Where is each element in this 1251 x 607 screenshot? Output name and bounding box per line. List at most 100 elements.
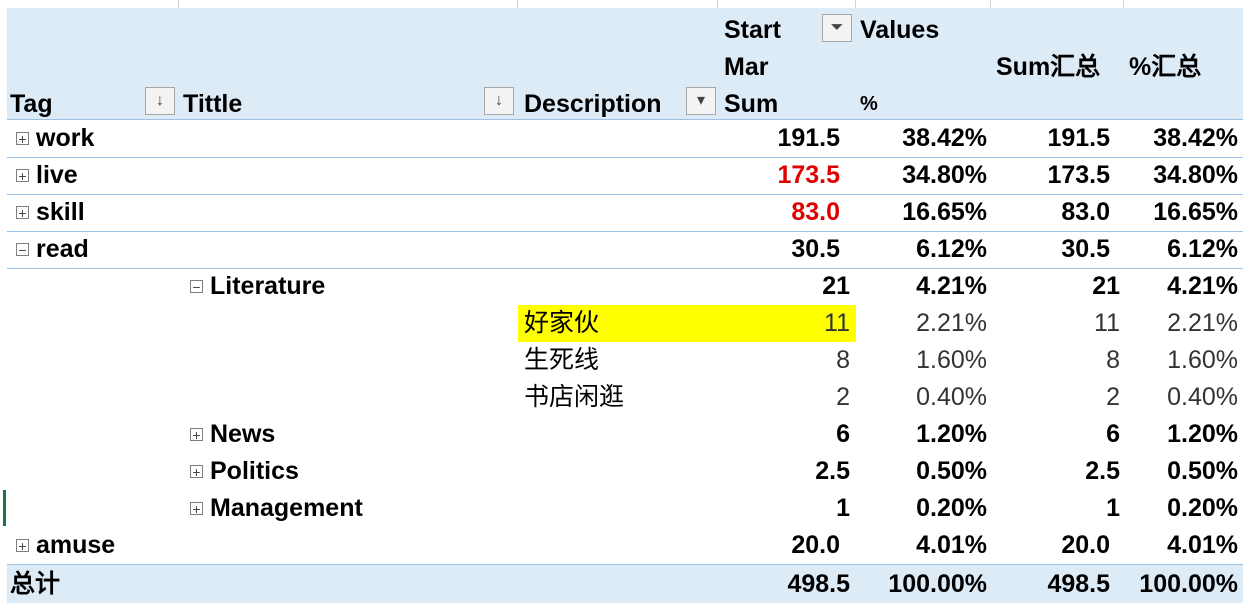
pct2-cell: 34.80%	[1153, 161, 1238, 189]
total-pct2-cell: 100.00%	[1139, 570, 1238, 598]
sum-cell: 2	[836, 383, 850, 411]
sum2-cell: 191.5	[1047, 124, 1110, 152]
pct2-cell: 38.42%	[1153, 124, 1238, 152]
pct-cell: 2.21%	[916, 309, 987, 337]
gridline	[1123, 0, 1124, 8]
collapse-icon[interactable]: −	[190, 279, 203, 295]
tag-header: Tag	[10, 90, 53, 118]
pct2-cell: 1.60%	[1167, 346, 1238, 374]
row-label: Politics	[210, 457, 299, 485]
grand-total-row: 总计 498.5 100.00% 498.5 100.00%	[7, 564, 1243, 603]
gridline	[990, 0, 991, 8]
sum2-cell: 2.5	[1085, 457, 1120, 485]
pivot-table-sheet: Tag ↓ Tittle ↓ Description ▾ Start Mar S…	[0, 0, 1251, 607]
pct2-cell: 2.21%	[1167, 309, 1238, 337]
table-row: 好家伙 11 2.21% 11 2.21%	[7, 305, 1243, 342]
table-row: 生死线 8 1.60% 8 1.60%	[7, 342, 1243, 379]
expand-icon[interactable]: +	[190, 464, 203, 480]
sum2-cell: 1	[1106, 494, 1120, 522]
expand-icon[interactable]: +	[190, 501, 203, 517]
sum-total-header: Sum汇总	[996, 53, 1101, 81]
row-label: read	[36, 235, 89, 263]
gridline	[855, 0, 856, 8]
table-row: 书店闲逛 2 0.40% 2 0.40%	[7, 379, 1243, 416]
filter-icon[interactable]: ⏷	[822, 14, 852, 42]
sum2-cell: 173.5	[1047, 161, 1110, 189]
table-row: − Literature 21 4.21% 21 4.21%	[7, 268, 1243, 305]
row-label: Management	[210, 494, 363, 522]
pct-cell: 38.42%	[902, 124, 987, 152]
row-label: skill	[36, 198, 85, 226]
table-row: + amuse 20.0 4.01% 20.0 4.01%	[7, 527, 1243, 564]
expand-icon[interactable]: +	[16, 205, 29, 221]
sort-arrow-icon[interactable]: ↓	[145, 87, 175, 115]
pct2-cell: 0.50%	[1167, 457, 1238, 485]
sum2-cell: 30.5	[1061, 235, 1110, 263]
description-header: Description	[524, 90, 662, 118]
sum-cell: 2.5	[815, 457, 850, 485]
pct2-cell: 6.12%	[1167, 235, 1238, 263]
pct-cell: 1.20%	[916, 420, 987, 448]
sum-cell: 11	[824, 309, 850, 337]
start-header-line2: Mar	[724, 53, 769, 81]
table-row: + live 173.5 34.80% 173.5 34.80%	[7, 157, 1243, 195]
sum-cell: 1	[836, 494, 850, 522]
row-selection-marker	[3, 490, 6, 526]
pct2-cell: 0.40%	[1167, 383, 1238, 411]
total-sum-cell: 498.5	[787, 570, 850, 598]
sum-cell: 21	[822, 272, 850, 300]
title-header: Tittle	[183, 90, 243, 118]
expand-icon[interactable]: +	[16, 168, 29, 184]
table-row: + Politics 2.5 0.50% 2.5 0.50%	[7, 453, 1243, 490]
sum2-cell: 11	[1094, 309, 1120, 337]
pct2-cell: 16.65%	[1153, 198, 1238, 226]
table-row: + Management 1 0.20% 1 0.20%	[7, 490, 1243, 527]
pct-total-header: %汇总	[1129, 53, 1202, 81]
values-header: Values	[860, 16, 940, 44]
sum2-cell: 2	[1106, 383, 1120, 411]
pct-cell: 0.20%	[916, 494, 987, 522]
sum-cell: 8	[836, 346, 850, 374]
table-row: + skill 83.0 16.65% 83.0 16.65%	[7, 194, 1243, 232]
pct-cell: 6.12%	[916, 235, 987, 263]
sum-cell: 191.5	[777, 124, 840, 152]
start-header-line3: Sum	[724, 90, 779, 118]
collapse-icon[interactable]: −	[16, 242, 29, 258]
pct2-cell: 0.20%	[1167, 494, 1238, 522]
table-row: − read 30.5 6.12% 30.5 6.12%	[7, 231, 1243, 269]
row-label: work	[36, 124, 95, 152]
table-row: + work 191.5 38.42% 191.5 38.42%	[7, 120, 1243, 158]
row-label: 生死线	[524, 346, 600, 374]
pct-cell: 1.60%	[916, 346, 987, 374]
total-label: 总计	[10, 570, 61, 598]
sum-cell: 83.0	[791, 198, 840, 226]
pct-cell: 4.21%	[916, 272, 987, 300]
chevron-down-icon[interactable]: ▾	[686, 87, 716, 115]
pct2-cell: 4.01%	[1167, 531, 1238, 559]
row-label: Literature	[210, 272, 326, 300]
pct2-cell: 4.21%	[1167, 272, 1238, 300]
expand-icon[interactable]: +	[16, 131, 29, 147]
row-label: live	[36, 161, 78, 189]
sum-cell: 20.0	[791, 531, 840, 559]
pct-cell: 34.80%	[902, 161, 987, 189]
pct2-cell: 1.20%	[1167, 420, 1238, 448]
pct-cell: 0.40%	[916, 383, 987, 411]
sum-cell: 30.5	[791, 235, 840, 263]
row-label: 好家伙	[524, 309, 600, 337]
expand-icon[interactable]: +	[16, 538, 29, 554]
pct-cell: 0.50%	[916, 457, 987, 485]
sum2-cell: 83.0	[1061, 198, 1110, 226]
total-sum2-cell: 498.5	[1047, 570, 1110, 598]
row-label: News	[210, 420, 276, 448]
sum2-cell: 20.0	[1061, 531, 1110, 559]
sum-cell: 173.5	[777, 161, 840, 189]
total-pct-cell: 100.00%	[888, 570, 987, 598]
gridline	[717, 0, 718, 8]
sort-arrow-icon[interactable]: ↓	[484, 87, 514, 115]
sum2-cell: 6	[1106, 420, 1120, 448]
expand-icon[interactable]: +	[190, 427, 203, 443]
pct-cell: 4.01%	[916, 531, 987, 559]
sum2-cell: 8	[1106, 346, 1120, 374]
sum-cell: 6	[836, 420, 850, 448]
